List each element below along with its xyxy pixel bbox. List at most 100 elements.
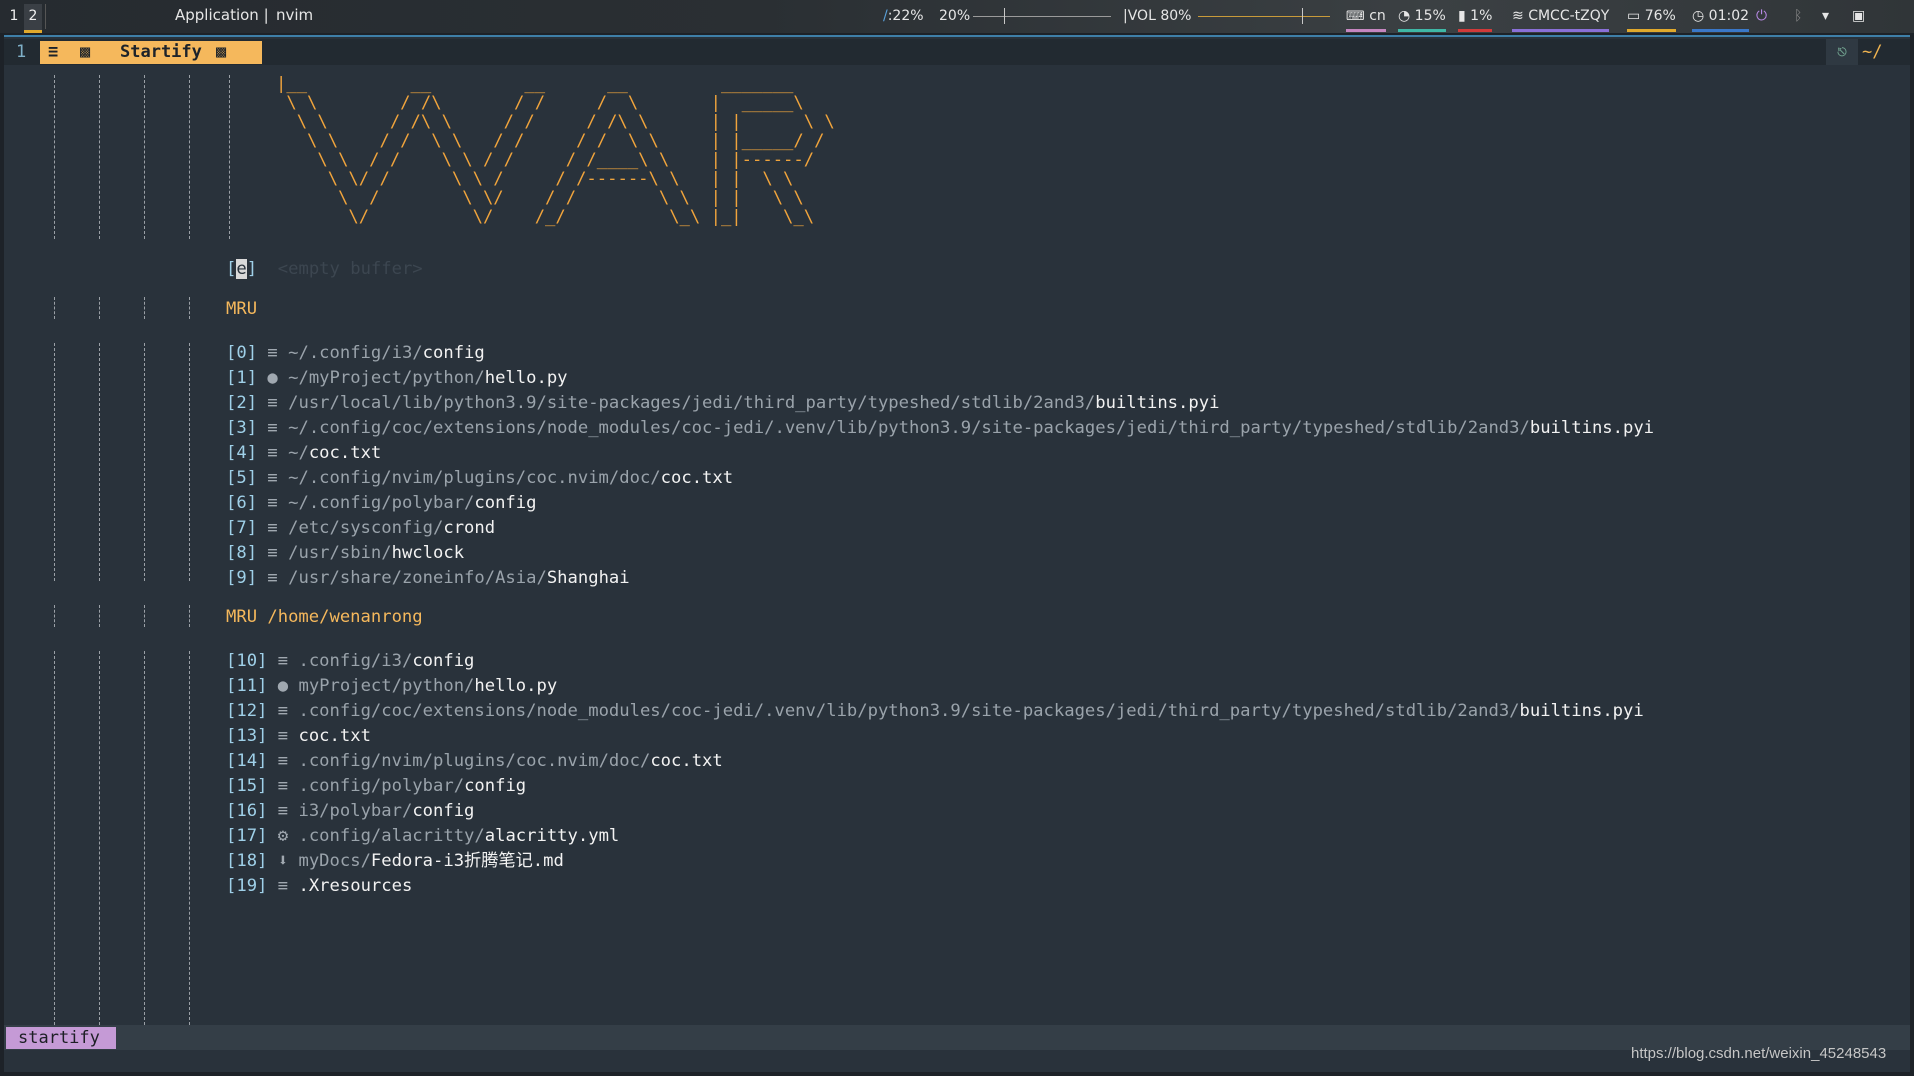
entry-directory: myProject/python/ [298, 676, 475, 696]
cursor: e [236, 259, 247, 279]
entry-index: [11] [226, 676, 268, 696]
mru-entry[interactable]: [2] ≡ /usr/local/lib/python3.9/site-pack… [226, 391, 1219, 416]
entry-filename: config [412, 801, 475, 821]
entry-directory: /usr/local/lib/python3.9/site-packages/j… [288, 393, 1096, 413]
indent-guide [54, 651, 55, 1025]
battery-icon: ▭ [1627, 8, 1641, 24]
media-slider-knob[interactable] [1004, 8, 1005, 24]
mru-entry[interactable]: [11] ● myProject/python/hello.py [226, 674, 557, 699]
indent-guide [189, 651, 190, 1025]
entry-directory: ~/.config/i3/ [288, 343, 423, 363]
entry-filename: alacritty.yml [484, 826, 620, 846]
tab-label: Startify [120, 42, 202, 62]
entry-directory: myDocs/ [298, 851, 371, 871]
file-type-icon: ● [267, 368, 278, 388]
power-icon[interactable]: ⏻ [1756, 4, 1767, 29]
volume-slider-knob[interactable] [1302, 8, 1303, 24]
entry-directory: /usr/sbin/ [288, 543, 392, 563]
entry-index: [6] [226, 493, 258, 513]
mru-entry[interactable]: [19] ≡ .Xresources [226, 874, 412, 899]
tray-network-icon[interactable]: ▾ [1822, 4, 1829, 29]
cpu-module[interactable]: ◔ 15% [1398, 4, 1446, 32]
workspace-divider [45, 4, 46, 29]
entry-index: [10] [226, 651, 268, 671]
entry-index: [18] [226, 851, 268, 871]
mru-entry[interactable]: [1] ● ~/myProject/python/hello.py [226, 366, 568, 391]
keyboard-icon: ⌨ [1346, 9, 1365, 24]
mru-entry[interactable]: [14] ≡ .config/nvim/plugins/coc.nvim/doc… [226, 749, 723, 774]
entry-directory: i3/polybar/ [298, 801, 413, 821]
file-type-icon: ≡ [277, 801, 289, 821]
mru-entry[interactable]: [9] ≡ /usr/share/zoneinfo/Asia/Shanghai [226, 566, 630, 591]
entry-index: [7] [226, 518, 258, 538]
entry-filename: hello.py [484, 368, 568, 388]
entry-directory: ~/myProject/python/ [288, 368, 485, 388]
indent-guide [54, 75, 55, 239]
mru-entry[interactable]: [16] ≡ i3/polybar/config [226, 799, 474, 824]
entry-filename: builtins.pyi [1529, 418, 1655, 438]
entry-filename: .Xresources [298, 876, 413, 896]
file-type-icon: ≡ [267, 543, 278, 563]
file-type-icon: ≡ [267, 468, 278, 488]
keyboard-label: cn [1369, 8, 1386, 24]
file-type-icon: ≡ [267, 518, 278, 538]
mru-entry[interactable]: [13] ≡ coc.txt [226, 724, 371, 749]
entry-directory: ~/.config/nvim/plugins/coc.nvim/doc/ [288, 468, 661, 488]
tray-image-icon[interactable]: ▣ [1852, 4, 1865, 29]
mru-entry[interactable]: [7] ≡ /etc/sysconfig/crond [226, 516, 495, 541]
media-label: 20% [939, 8, 971, 24]
mru-entry[interactable]: [8] ≡ /usr/sbin/hwclock [226, 541, 464, 566]
entry-index: [19] [226, 876, 268, 896]
memory-module[interactable]: ▮ 1% [1458, 4, 1493, 32]
mru-entry[interactable]: [4] ≡ ~/coc.txt [226, 441, 381, 466]
entry-index: [13] [226, 726, 268, 746]
file-type-icon: ≡ [277, 726, 289, 746]
indent-guide [189, 605, 190, 627]
tab-close-icon[interactable]: ⎋ [1826, 39, 1858, 65]
entry-index: [3] [226, 418, 258, 438]
wifi-module[interactable]: ≋ CMCC-tZQY [1512, 4, 1610, 32]
entry-filename: crond [443, 518, 496, 538]
entry-index: [14] [226, 751, 268, 771]
statusline: startify [4, 1025, 1910, 1050]
entry-directory: .config/nvim/plugins/coc.nvim/doc/ [298, 751, 651, 771]
brightness-module[interactable]: /:22% [883, 4, 924, 29]
startify-buffer[interactable]: |__ __ __ __ _______ \ \ / /\ / / / \ | … [4, 65, 1910, 1025]
mru-entry[interactable]: [18] ⬇ myDocs/Fedora-i3折腾笔记.md [226, 849, 564, 874]
filetype-mode-label: startify [6, 1027, 116, 1049]
mru-entry[interactable]: [3] ≡ ~/.config/coc/extensions/node_modu… [226, 416, 1654, 441]
volume-label[interactable]: |VOL 80% [1123, 4, 1191, 29]
file-type-icon: ≡ [277, 751, 289, 771]
clock-module[interactable]: ◷ 01:02 [1692, 4, 1750, 32]
mru-entry[interactable]: [5] ≡ ~/.config/nvim/plugins/coc.nvim/do… [226, 466, 733, 491]
mru-entry[interactable]: [10] ≡ .config/i3/config [226, 649, 474, 674]
brightness-label: :22% [887, 8, 924, 24]
mru-entry[interactable]: [17] ⚙ .config/alacritty/alacritty.yml [226, 824, 619, 849]
workspace-2-button[interactable]: 2 [24, 4, 42, 33]
indent-guide [144, 297, 145, 319]
mru-entry[interactable]: [0] ≡ ~/.config/i3/config [226, 341, 485, 366]
clock-icon: ◷ [1692, 8, 1705, 24]
indent-guide [99, 343, 100, 581]
mru-entry[interactable]: [12] ≡ .config/coc/extensions/node_modul… [226, 699, 1644, 724]
entry-filename: builtins.pyi [1519, 701, 1644, 721]
mru-entry[interactable]: [15] ≡ .config/polybar/config [226, 774, 526, 799]
empty-buffer-entry[interactable]: [e] <empty buffer> [226, 257, 423, 282]
tab-startify[interactable]: ≡ ▩ Startify ▩ [40, 41, 262, 64]
entry-directory: ~/ [288, 443, 309, 463]
workspace-1-button[interactable]: 1 [5, 4, 23, 30]
entry-index: [4] [226, 443, 258, 463]
entry-filename: hwclock [391, 543, 465, 563]
window-title-prefix: Application | [175, 6, 269, 24]
file-type-icon: ≡ [277, 701, 289, 721]
indent-guide [189, 343, 190, 581]
mru-entry[interactable]: [6] ≡ ~/.config/polybar/config [226, 491, 536, 516]
indent-guide [99, 297, 100, 319]
mru-header: MRU [226, 299, 258, 319]
battery-module[interactable]: ▭ 76% [1627, 4, 1676, 32]
keyboard-module[interactable]: ⌨ cn [1346, 4, 1386, 32]
entry-index: [15] [226, 776, 268, 796]
indent-guides [4, 65, 244, 1025]
tray-bluetooth-icon[interactable]: ᛒ [1794, 4, 1802, 29]
nvim-window[interactable]: 1 ≡ ▩ Startify ▩ ⎋ ~/ |__ __ __ __ _____… [4, 35, 1910, 1072]
